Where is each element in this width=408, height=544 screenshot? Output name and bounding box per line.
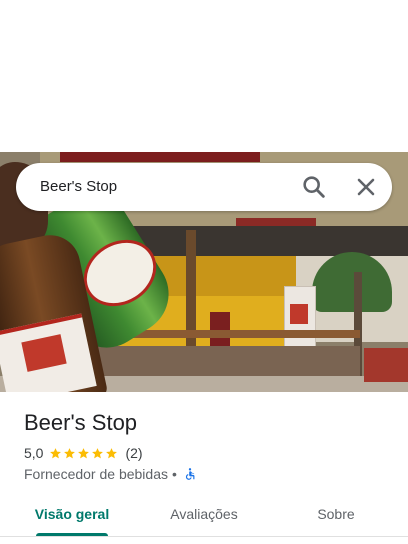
place-title: Beer's Stop <box>24 410 138 435</box>
star-icon <box>78 447 90 458</box>
tab-about[interactable]: Sobre <box>296 494 376 534</box>
place-tabs: Visão geral Avaliações Sobre <box>0 494 408 538</box>
blank-map-area <box>0 0 408 152</box>
tab-reviews[interactable]: Avaliações <box>156 494 252 534</box>
star-rating <box>49 447 119 460</box>
tab-overview[interactable]: Visão geral <box>24 494 120 534</box>
rating-value: 5,0 <box>24 445 44 461</box>
star-icon <box>92 447 104 458</box>
close-icon[interactable] <box>352 173 380 201</box>
star-icon <box>50 447 62 458</box>
search-bar[interactable]: Beer's Stop <box>16 163 392 211</box>
review-count[interactable]: (2) <box>125 445 142 461</box>
search-input[interactable]: Beer's Stop <box>40 178 117 195</box>
tabs-divider <box>0 536 408 537</box>
category-row: Fornecedor de bebidas • <box>24 465 197 483</box>
wheelchair-accessible-icon[interactable] <box>183 467 197 481</box>
separator: • <box>172 466 177 482</box>
star-icon <box>106 447 118 458</box>
rating-row[interactable]: 5,0 (2) <box>24 444 143 462</box>
search-icon[interactable] <box>300 173 328 201</box>
star-icon <box>64 447 76 458</box>
place-category: Fornecedor de bebidas <box>24 466 168 482</box>
